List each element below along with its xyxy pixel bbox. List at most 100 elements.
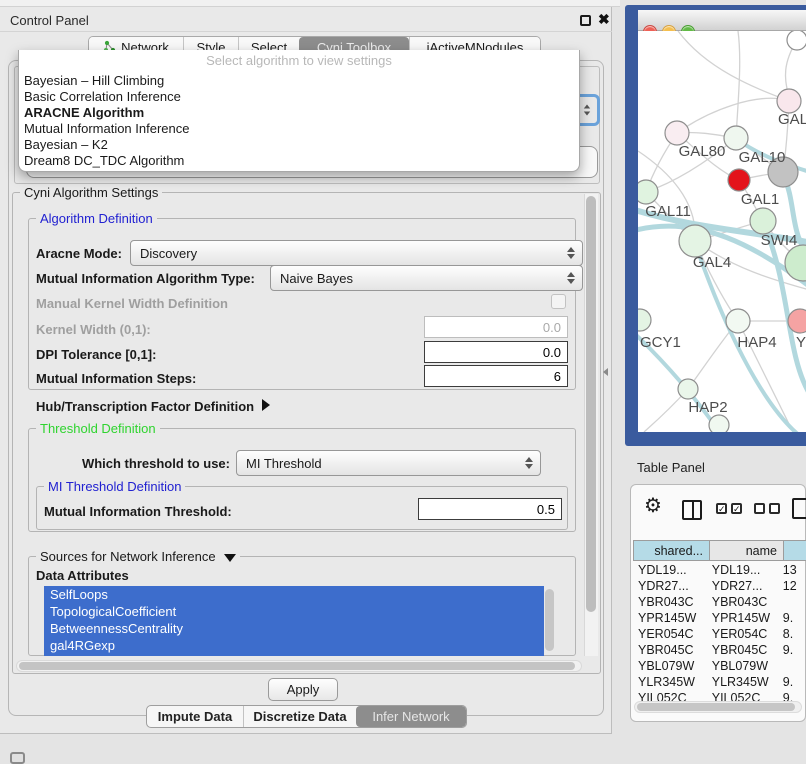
checked-column-icon[interactable]: ✓ bbox=[731, 503, 742, 514]
network-node[interactable] bbox=[638, 309, 651, 331]
table-row[interactable]: YDR27...YDR27...12 bbox=[633, 578, 806, 594]
table-cell: YPR145W bbox=[633, 611, 707, 625]
tab-infer-network[interactable]: Infer Network bbox=[356, 706, 466, 727]
mi-threshold-input[interactable] bbox=[418, 498, 562, 520]
document-icon[interactable] bbox=[792, 498, 806, 519]
split-table-icon[interactable] bbox=[682, 500, 702, 520]
app-top-strip bbox=[0, 0, 620, 7]
table-cell: YBL079W bbox=[707, 659, 778, 673]
network-node[interactable] bbox=[728, 169, 750, 191]
mi-steps-label: Mutual Information Steps: bbox=[36, 371, 196, 386]
network-node[interactable] bbox=[788, 309, 806, 333]
checked-column-icon[interactable]: ✓ bbox=[716, 503, 727, 514]
column-header-shared...[interactable]: shared... bbox=[633, 540, 710, 561]
table-row[interactable]: YER054CYER054C8. bbox=[633, 626, 806, 642]
node-label: GAL bbox=[778, 111, 806, 128]
tab-discretize-data[interactable]: Discretize Data bbox=[243, 706, 356, 727]
algorithm-option[interactable]: Dream8 DC_TDC Algorithm bbox=[19, 153, 579, 169]
network-node[interactable] bbox=[709, 415, 729, 432]
settings-vertical-scrollbar-thumb[interactable] bbox=[586, 196, 596, 612]
table-horizontal-scrollbar-thumb[interactable] bbox=[637, 703, 795, 711]
table-cell: YDL19... bbox=[707, 563, 778, 577]
table-cell: YPR145W bbox=[707, 611, 778, 625]
table-row[interactable]: YDL19...YDL19...13 bbox=[633, 562, 806, 578]
dpi-tolerance-input[interactable] bbox=[424, 341, 568, 363]
close-icon[interactable]: ✖ bbox=[598, 11, 610, 28]
unchecked-column-icon[interactable] bbox=[769, 503, 780, 514]
table-cell: 12 bbox=[778, 579, 806, 593]
algorithm-option[interactable]: Bayesian – K2 bbox=[19, 137, 579, 153]
kernel-width-input[interactable] bbox=[424, 316, 568, 338]
settings-gear-icon[interactable]: ⚙ bbox=[644, 496, 662, 516]
table-cell: YBR045C bbox=[633, 643, 707, 657]
data-attributes-label: Data Attributes bbox=[36, 568, 129, 583]
node-label: SWI4 bbox=[761, 232, 798, 249]
aracne-mode-label: Aracne Mode: bbox=[36, 246, 122, 261]
apply-button[interactable]: Apply bbox=[268, 678, 338, 701]
hub-definition-label: Hub/Transcription Factor Definition bbox=[36, 399, 254, 414]
algorithm-option[interactable]: Bayesian – Hill Climbing bbox=[19, 73, 579, 89]
float-window-icon[interactable] bbox=[580, 15, 591, 26]
algorithm-definition-title: Algorithm Definition bbox=[36, 211, 157, 226]
table-header-row: shared...name bbox=[633, 540, 806, 561]
hub-definition-toggle[interactable]: Hub/Transcription Factor Definition bbox=[36, 399, 270, 414]
collapsed-arrow-icon bbox=[262, 399, 270, 411]
node-label: HAP4 bbox=[737, 334, 776, 351]
algorithm-option[interactable]: Mutual Information Inference bbox=[19, 121, 579, 137]
node-label: Y bbox=[796, 334, 806, 351]
table-panel-title: Table Panel bbox=[637, 460, 705, 475]
table-body[interactable]: YDL19...YDL19...13YDR27...YDR27...12YBR0… bbox=[633, 562, 806, 706]
algorithm-option[interactable]: ARACNE Algorithm bbox=[19, 105, 579, 121]
manual-kernel-width-checkbox[interactable] bbox=[551, 294, 566, 309]
algorithm-option[interactable]: Basic Correlation Inference bbox=[19, 89, 579, 105]
table-row[interactable]: YBR043CYBR043C bbox=[633, 594, 806, 610]
node-label: GAL11 bbox=[645, 203, 691, 220]
attribute-item[interactable]: gal4RGexp bbox=[44, 637, 544, 654]
network-node[interactable] bbox=[777, 89, 801, 113]
data-attributes-list[interactable]: SelfLoopsTopologicalCoefficientBetweenne… bbox=[44, 586, 544, 656]
unchecked-column-icon[interactable] bbox=[754, 503, 765, 514]
aracne-mode-select[interactable]: Discovery bbox=[130, 240, 583, 266]
network-node[interactable] bbox=[726, 309, 750, 333]
network-node[interactable] bbox=[750, 208, 776, 234]
panel-splitter-handle[interactable] bbox=[603, 368, 608, 376]
attribute-item[interactable]: TopologicalCoefficient bbox=[44, 603, 544, 620]
network-edge bbox=[736, 31, 740, 138]
node-label: GCY1 bbox=[640, 334, 681, 351]
table-cell: YBR043C bbox=[633, 595, 707, 609]
table-row[interactable]: YPR145WYPR145W9. bbox=[633, 610, 806, 626]
table-row[interactable]: YBL079WYBL079W bbox=[633, 658, 806, 674]
column-header-extra[interactable] bbox=[784, 540, 806, 561]
attribute-item[interactable]: BetweennessCentrality bbox=[44, 620, 544, 637]
table-cell: YER054C bbox=[707, 627, 778, 641]
table-cell: 9. bbox=[778, 611, 806, 625]
settings-horizontal-scrollbar-thumb[interactable] bbox=[19, 662, 575, 670]
table-row[interactable]: YBR045CYBR045C9. bbox=[633, 642, 806, 658]
titlebar-divider bbox=[0, 31, 612, 32]
attribute-item[interactable]: SelfLoops bbox=[44, 586, 544, 603]
network-node[interactable] bbox=[679, 225, 711, 257]
network-canvas[interactable]: GALGAL80GAL10GAL1GAL11SWI4GAL4GCY1HAP4YH… bbox=[638, 31, 806, 432]
dpi-tolerance-label: DPI Tolerance [0,1]: bbox=[36, 347, 156, 362]
attributes-scrollbar-thumb[interactable] bbox=[545, 589, 554, 651]
network-graph[interactable]: GALGAL80GAL10GAL1GAL11SWI4GAL4GCY1HAP4YH… bbox=[638, 31, 806, 432]
network-node[interactable] bbox=[665, 121, 689, 145]
network-window-titlebar[interactable] bbox=[638, 10, 806, 31]
network-node[interactable] bbox=[638, 180, 658, 204]
network-node[interactable] bbox=[724, 126, 748, 150]
sources-toggle[interactable]: Sources for Network Inference bbox=[36, 549, 240, 564]
column-header-name[interactable]: name bbox=[710, 540, 784, 561]
threshold-definition-title: Threshold Definition bbox=[36, 421, 160, 436]
which-threshold-value: MI Threshold bbox=[246, 456, 322, 471]
network-node[interactable] bbox=[787, 31, 806, 50]
tab-impute-data[interactable]: Impute Data bbox=[147, 706, 243, 727]
network-node[interactable] bbox=[678, 379, 698, 399]
which-threshold-select[interactable]: MI Threshold bbox=[236, 450, 541, 476]
mi-steps-input[interactable] bbox=[424, 365, 568, 387]
mi-algorithm-type-select[interactable]: Naive Bayes bbox=[270, 265, 583, 291]
window-grip-icon bbox=[10, 752, 25, 764]
mi-threshold-label: Mutual Information Threshold: bbox=[44, 504, 232, 519]
which-threshold-label: Which threshold to use: bbox=[60, 456, 230, 471]
table-row[interactable]: YLR345WYLR345W9. bbox=[633, 674, 806, 690]
node-label: HAP2 bbox=[688, 399, 727, 416]
